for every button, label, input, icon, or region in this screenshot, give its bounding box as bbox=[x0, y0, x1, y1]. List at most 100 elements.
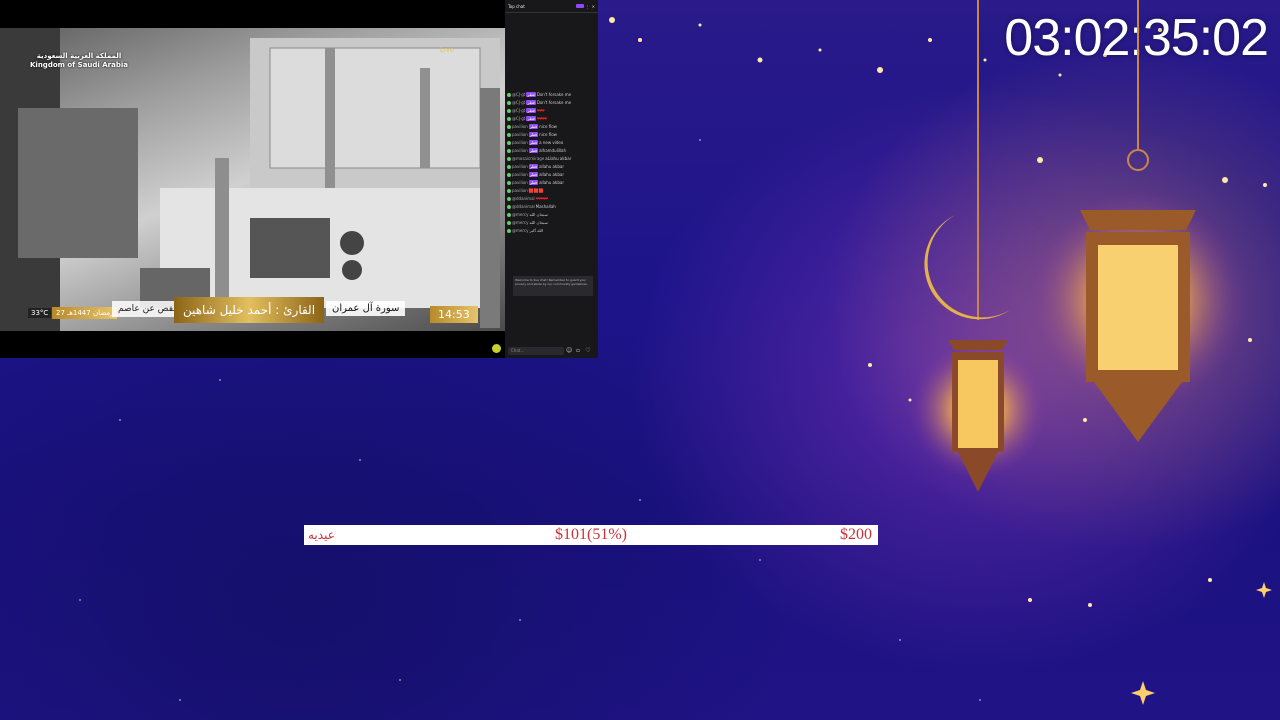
emoji-icon[interactable]: ☺ bbox=[566, 348, 572, 354]
avatar[interactable] bbox=[507, 164, 511, 169]
chat-notice: Welcome to live chat! Remember to guard … bbox=[513, 276, 593, 296]
chat-message: pavilion قطر nice flow bbox=[507, 124, 596, 129]
chat-input[interactable]: Chat... bbox=[508, 347, 564, 355]
chat-message: pavilion قطر nice flow bbox=[507, 132, 596, 137]
clock-chip: 14:53 bbox=[430, 306, 478, 323]
chat-text: alhamdulillah bbox=[539, 148, 567, 153]
chat-username[interactable]: @mercy bbox=[512, 228, 528, 233]
avatar[interactable] bbox=[507, 132, 511, 137]
chat-text: سبحان الله bbox=[529, 220, 548, 225]
avatar[interactable] bbox=[507, 212, 511, 217]
chat-text: ❤❤❤❤ bbox=[536, 116, 547, 121]
avatar[interactable] bbox=[507, 156, 511, 161]
chat-text: nice flow bbox=[539, 124, 557, 129]
chat-message: @CJ·gt قطر Don't forsake me bbox=[507, 92, 596, 97]
chat-badge: قطر bbox=[526, 92, 536, 97]
live-badge: Live bbox=[440, 46, 454, 55]
chat-badge-icon bbox=[575, 4, 584, 8]
chat-username[interactable]: @ddanimal bbox=[512, 196, 535, 201]
avatar[interactable] bbox=[507, 172, 511, 177]
chat-text: allahu akbar bbox=[539, 164, 564, 169]
chat-text: ❤❤❤❤❤ bbox=[535, 196, 549, 201]
qari-chip: القارئ : أحمد خليل شاهين bbox=[174, 297, 324, 323]
avatar[interactable] bbox=[507, 220, 511, 225]
chat-badge: قطر bbox=[526, 100, 536, 105]
chat-username[interactable]: pavilion bbox=[512, 180, 528, 185]
chat-username[interactable]: pavilion bbox=[512, 188, 528, 193]
mosque-aerial-view bbox=[0, 28, 500, 331]
chat-username[interactable]: @CJ·gt bbox=[512, 92, 525, 97]
chat-message: @CJ·gt قطر ❤❤❤ bbox=[507, 108, 596, 113]
video-player[interactable]: المملكة العربية السعودية Kingdom of Saud… bbox=[0, 0, 505, 358]
gift-icon[interactable]: ▫ bbox=[575, 348, 581, 354]
avatar[interactable] bbox=[507, 124, 511, 129]
chat-username[interactable]: pavilion bbox=[512, 148, 528, 153]
chat-username[interactable]: @CJ·gt bbox=[512, 116, 525, 121]
chat-text: nice flow bbox=[539, 132, 557, 137]
chat-header: Top chat ⋮ ✕ bbox=[505, 0, 598, 13]
avatar[interactable] bbox=[507, 180, 511, 185]
chat-badge: قطر bbox=[528, 164, 539, 169]
more-options-icon[interactable]: ⋮ bbox=[586, 4, 590, 9]
avatar[interactable] bbox=[507, 188, 511, 193]
goal-current-amount: $101(51%) bbox=[555, 526, 627, 543]
chat-username[interactable]: pavilion bbox=[512, 140, 528, 145]
channel-name-en: Kingdom of Saudi Arabia bbox=[30, 61, 128, 69]
chat-username[interactable]: pavilion bbox=[512, 124, 528, 129]
chat-message: pavilion قطر a new video bbox=[507, 140, 596, 145]
avatar[interactable] bbox=[507, 116, 511, 121]
chat-message: pavilion قطر alhamdulillah bbox=[507, 148, 596, 153]
chat-username[interactable]: @CJ·gt bbox=[512, 108, 525, 113]
temperature-chip: 33°C bbox=[28, 308, 52, 318]
avatar[interactable] bbox=[507, 108, 511, 113]
goal-target-amount: $200 bbox=[840, 526, 872, 543]
avatar[interactable] bbox=[507, 92, 511, 97]
ramadan-lantern-decoration bbox=[908, 0, 1248, 492]
video-frame[interactable] bbox=[0, 28, 505, 331]
live-label: Live bbox=[440, 46, 455, 54]
chat-username[interactable]: pavilion bbox=[512, 172, 528, 177]
chat-text: aLlahu akbar bbox=[545, 156, 572, 161]
chat-username[interactable]: @mercy bbox=[512, 220, 528, 225]
chat-badge: قطر bbox=[528, 172, 539, 177]
avatar[interactable] bbox=[507, 148, 511, 153]
chat-message: @ddanimal Mashallah bbox=[507, 204, 596, 209]
chat-text: Mashallah bbox=[535, 204, 556, 209]
avatar[interactable] bbox=[507, 196, 511, 201]
channel-name-ar: المملكة العربية السعودية bbox=[36, 52, 122, 60]
chat-badge: قطر bbox=[526, 116, 536, 121]
close-icon[interactable]: ✕ bbox=[592, 4, 595, 9]
avatar[interactable] bbox=[507, 100, 511, 105]
chat-username[interactable]: @mercy bbox=[512, 212, 528, 217]
chat-message: @mercy سبحان الله bbox=[507, 220, 596, 225]
chat-title[interactable]: Top chat bbox=[508, 4, 525, 9]
chat-username[interactable]: @mosaicmirage bbox=[512, 156, 544, 161]
chat-username[interactable]: pavilion bbox=[512, 132, 528, 137]
chat-message: pavilion قطر allahu akbar bbox=[507, 164, 596, 169]
chat-text: Don't forsake me bbox=[536, 100, 572, 105]
chat-text: 🟥🟥🟥 bbox=[528, 188, 544, 193]
chat-username[interactable]: @CJ·gt bbox=[512, 100, 525, 105]
chat-message: pavilion قطر allahu akbar bbox=[507, 172, 596, 177]
chat-badge: قطر bbox=[528, 148, 539, 153]
chat-text: سبحان الله bbox=[529, 212, 548, 217]
chat-badge: قطر bbox=[528, 124, 539, 129]
chat-message: pavilion قطر allahu akbar bbox=[507, 180, 596, 185]
hijri-date-chip: 27 رمضان 1447هـ bbox=[52, 307, 118, 319]
chat-text: a new video bbox=[539, 140, 564, 145]
chat-username[interactable]: @ddanimal bbox=[512, 204, 535, 209]
chat-message: @mosaicmirage aLlahu akbar bbox=[507, 156, 596, 161]
chat-badge: قطر bbox=[528, 180, 539, 185]
avatar[interactable] bbox=[507, 204, 511, 209]
chat-badge: قطر bbox=[528, 140, 539, 145]
chat-username[interactable]: pavilion bbox=[512, 164, 528, 169]
avatar[interactable] bbox=[507, 228, 511, 233]
chat-message-list[interactable]: @CJ·gt قطر Don't forsake me @CJ·gt قطر Don't … bbox=[507, 92, 596, 236]
heart-icon[interactable]: ♡ bbox=[585, 348, 591, 354]
chat-text: allahu akbar bbox=[539, 180, 564, 185]
chat-message: @mercy سبحان الله bbox=[507, 212, 596, 217]
chat-message: @CJ·gt قطر Don't forsake me bbox=[507, 100, 596, 105]
chat-text: الله أكبر bbox=[529, 228, 543, 233]
avatar[interactable] bbox=[507, 140, 511, 145]
chat-message: @mercy الله أكبر bbox=[507, 228, 596, 233]
